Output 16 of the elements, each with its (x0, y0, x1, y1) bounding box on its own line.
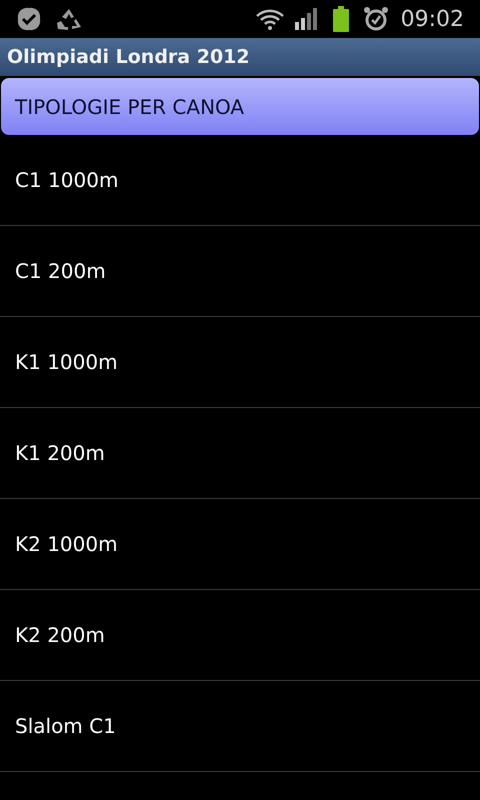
list-item[interactable]: C1 1000m (15, 165, 118, 195)
wifi-icon (254, 7, 285, 31)
battery-icon (332, 6, 349, 32)
list-item[interactable]: K2 200m (15, 620, 105, 650)
list-item[interactable]: C1 200m (15, 256, 106, 286)
app-title: Olimpiadi Londra 2012 (7, 44, 250, 70)
list-item[interactable]: K2 1000m (15, 529, 118, 559)
category-header: TIPOLOGIE PER CANOA (1, 78, 479, 135)
list-item[interactable]: K1 1000m (15, 347, 118, 377)
recycle-icon (56, 7, 82, 31)
check-badge-icon (16, 7, 42, 31)
status-time: 09:02 (400, 6, 464, 34)
list-item[interactable]: Slalom C1 (15, 711, 116, 741)
signal-icon (294, 8, 319, 30)
list-item[interactable]: K1 200m (15, 438, 105, 468)
alarm-clock-icon (362, 6, 389, 32)
